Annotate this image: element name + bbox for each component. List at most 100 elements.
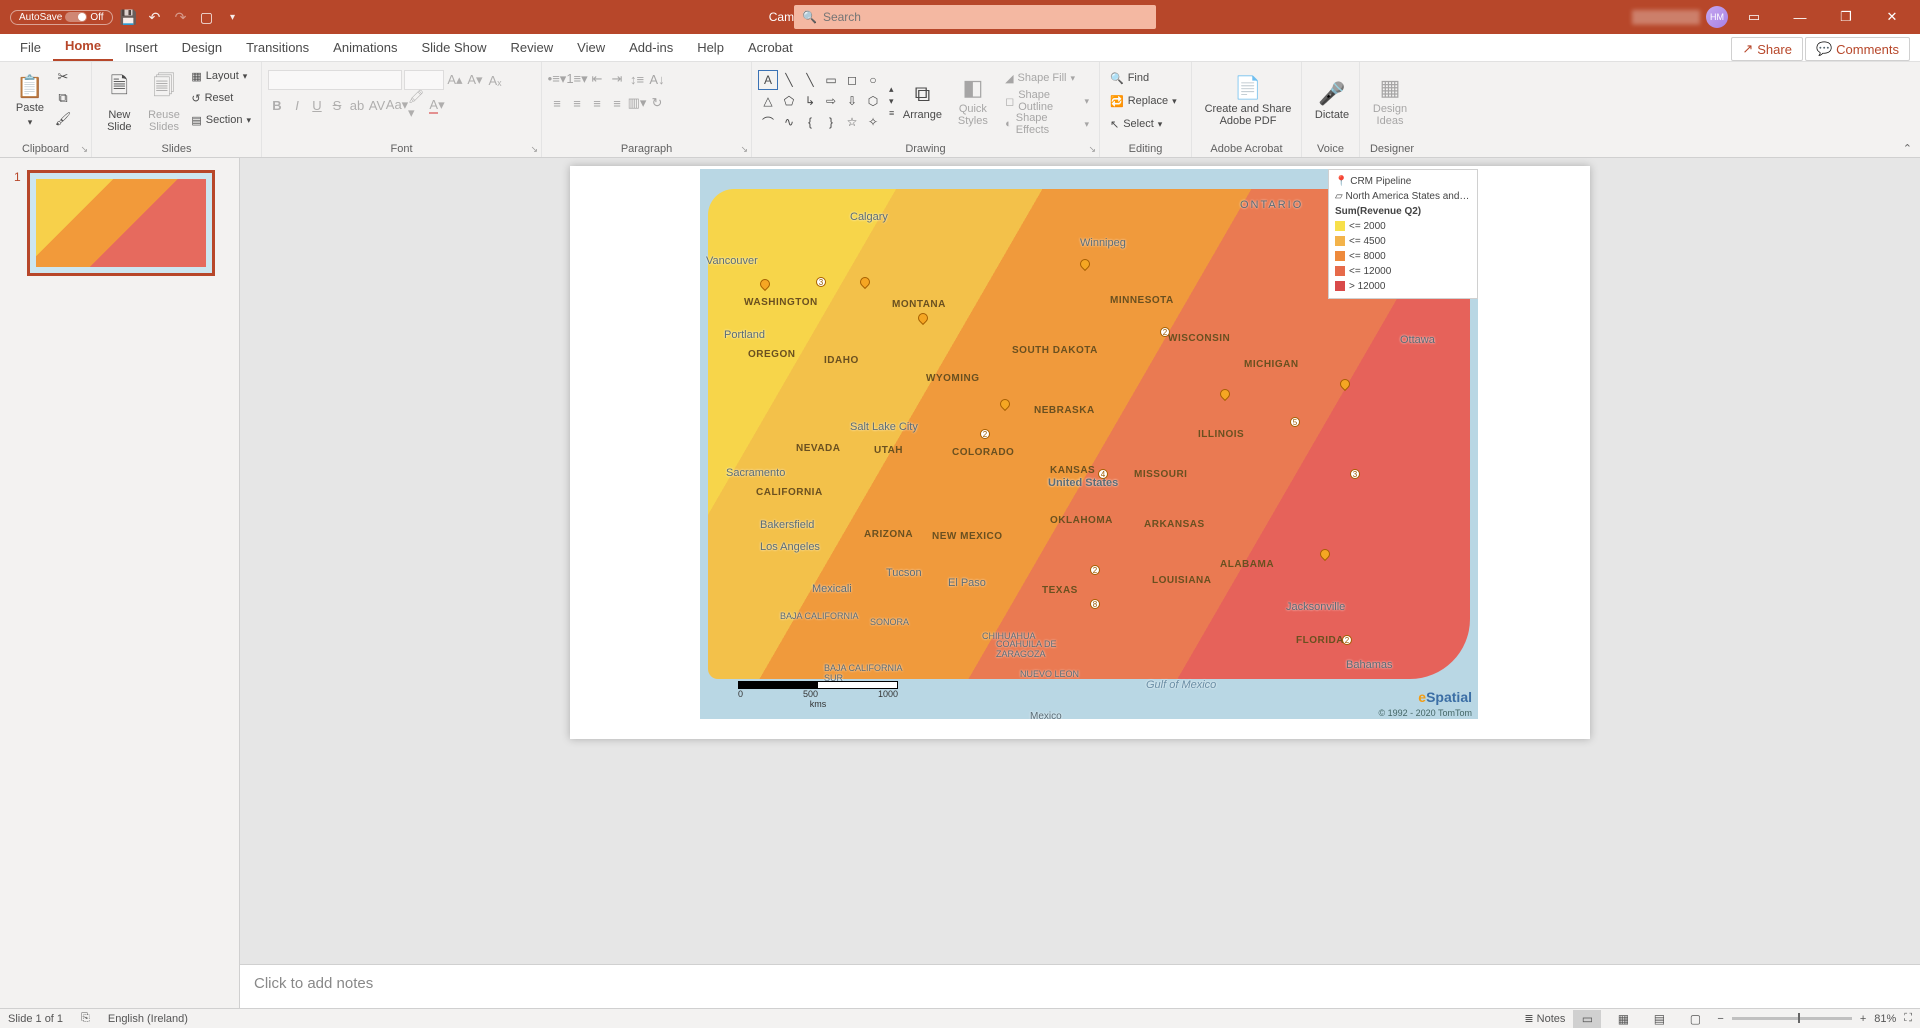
cut-icon[interactable]: ✂	[54, 68, 72, 86]
new-slide-button[interactable]: 🗎 New Slide	[98, 64, 141, 138]
select-button[interactable]: ↖Select▾	[1106, 114, 1185, 134]
accessibility-icon[interactable]: ⎘	[81, 1012, 90, 1025]
arrange-button[interactable]: ⧉Arrange	[900, 64, 944, 138]
reading-view-icon[interactable]: ▤	[1645, 1010, 1673, 1028]
bold-icon[interactable]: B	[268, 96, 286, 114]
reuse-slides-button[interactable]: 🗐 Reuse Slides	[143, 64, 186, 138]
highlight-icon[interactable]: 🖍▾	[408, 96, 426, 114]
numbering-icon[interactable]: 1≡▾	[568, 70, 586, 88]
bullets-icon[interactable]: •≡▾	[548, 70, 566, 88]
tab-file[interactable]: File	[8, 36, 53, 61]
language-status[interactable]: English (Ireland)	[108, 1013, 188, 1025]
slide-counter[interactable]: Slide 1 of 1	[8, 1013, 63, 1025]
dialog-launcher-icon[interactable]: ↘	[1088, 144, 1096, 155]
justify-icon[interactable]: ≡	[608, 94, 626, 112]
tab-acrobat[interactable]: Acrobat	[736, 36, 805, 61]
clear-format-icon[interactable]: Aₓ	[486, 71, 504, 89]
format-painter-icon[interactable]: 🖌	[54, 110, 72, 128]
copy-icon[interactable]: ⧉	[54, 89, 72, 107]
font-size-select[interactable]	[404, 70, 444, 90]
tab-animations[interactable]: Animations	[321, 36, 409, 61]
font-color-icon[interactable]: A▾	[428, 96, 446, 114]
present-from-beginning-icon[interactable]: ▢	[197, 7, 217, 27]
gallery-down-icon[interactable]: ▾	[889, 96, 894, 107]
zoom-in-icon[interactable]: +	[1860, 1013, 1866, 1025]
dialog-launcher-icon[interactable]: ↘	[740, 144, 748, 155]
dialog-launcher-icon[interactable]: ↘	[530, 144, 538, 155]
tab-addins[interactable]: Add-ins	[617, 36, 685, 61]
shape-outline-button[interactable]: ◻Shape Outline▾	[1001, 91, 1093, 111]
zoom-slider[interactable]	[1732, 1017, 1852, 1020]
shape-textbox-icon[interactable]: A	[758, 70, 778, 90]
tab-design[interactable]: Design	[170, 36, 234, 61]
strike-icon[interactable]: S	[328, 96, 346, 114]
find-button[interactable]: 🔍Find	[1106, 68, 1185, 88]
section-button[interactable]: ▤Section▾	[187, 110, 255, 130]
slide-canvas[interactable]: 📍 CRM Pipeline ▱ North America States an…	[570, 166, 1590, 739]
close-icon[interactable]: ✕	[1872, 0, 1912, 34]
decrease-font-icon[interactable]: A▾	[466, 71, 484, 89]
share-button[interactable]: ↗Share	[1731, 37, 1803, 61]
tab-review[interactable]: Review	[499, 36, 566, 61]
undo-icon[interactable]: ↶	[145, 7, 165, 27]
avatar[interactable]: HM	[1706, 6, 1728, 28]
line-spacing-icon[interactable]: ↕≡	[628, 70, 646, 88]
replace-button[interactable]: 🔁Replace▾	[1106, 91, 1185, 111]
layout-button[interactable]: ▦Layout▾	[187, 66, 255, 86]
tab-insert[interactable]: Insert	[113, 36, 170, 61]
shape-fill-button[interactable]: ◢Shape Fill▾	[1001, 68, 1093, 88]
shadow-icon[interactable]: ab	[348, 96, 366, 114]
normal-view-icon[interactable]: ▭	[1573, 1010, 1601, 1028]
dictate-button[interactable]: 🎤 Dictate	[1308, 64, 1356, 138]
font-family-select[interactable]	[268, 70, 402, 90]
create-pdf-button[interactable]: 📄 Create and Share Adobe PDF	[1198, 64, 1298, 138]
slideshow-view-icon[interactable]: ▢	[1681, 1010, 1709, 1028]
notes-toggle[interactable]: ≣ Notes	[1524, 1012, 1565, 1025]
underline-icon[interactable]: U	[308, 96, 326, 114]
slide-editor[interactable]: 📍 CRM Pipeline ▱ North America States an…	[240, 158, 1920, 964]
fit-to-window-icon[interactable]: ⛶	[1904, 1012, 1912, 1025]
search-box[interactable]: 🔍	[794, 5, 1156, 29]
zoom-out-icon[interactable]: −	[1717, 1013, 1723, 1025]
decrease-indent-icon[interactable]: ⇤	[588, 70, 606, 88]
italic-icon[interactable]: I	[288, 96, 306, 114]
align-right-icon[interactable]: ≡	[588, 94, 606, 112]
paste-button[interactable]: 📋 Paste ▾	[6, 64, 54, 138]
search-input[interactable]	[823, 10, 1148, 24]
zoom-level[interactable]: 81%	[1874, 1013, 1896, 1025]
ribbon-display-icon[interactable]: ▭	[1734, 0, 1774, 34]
comments-button[interactable]: 💬Comments	[1805, 37, 1910, 61]
maximize-icon[interactable]: ❐	[1826, 0, 1866, 34]
char-spacing-icon[interactable]: AV	[368, 96, 386, 114]
design-ideas-button[interactable]: ▦ Design Ideas	[1366, 64, 1414, 138]
redo-icon[interactable]: ↷	[171, 7, 191, 27]
shape-line-icon[interactable]: ╲	[779, 70, 799, 90]
quick-styles-button[interactable]: ◧Quick Styles	[951, 64, 995, 138]
qat-customize-icon[interactable]: ▾	[223, 7, 243, 27]
dialog-launcher-icon[interactable]: ↘	[80, 144, 88, 155]
minimize-icon[interactable]: —	[1780, 0, 1820, 34]
collapse-ribbon-icon[interactable]: ⌃	[1903, 142, 1912, 155]
tab-transitions[interactable]: Transitions	[234, 36, 321, 61]
columns-icon[interactable]: ▥▾	[628, 94, 646, 112]
tab-home[interactable]: Home	[53, 34, 113, 61]
gallery-up-icon[interactable]: ▴	[889, 84, 894, 95]
notes-pane[interactable]: Click to add notes	[240, 964, 1920, 1008]
tab-help[interactable]: Help	[685, 36, 736, 61]
tab-slideshow[interactable]: Slide Show	[409, 36, 498, 61]
autosave-toggle[interactable]: AutoSave Off	[10, 10, 113, 25]
shape-effects-button[interactable]: ◐Shape Effects▾	[1001, 114, 1093, 134]
gallery-more-icon[interactable]: ≡	[889, 108, 894, 118]
tab-view[interactable]: View	[565, 36, 617, 61]
change-case-icon[interactable]: Aa▾	[388, 96, 406, 114]
align-left-icon[interactable]: ≡	[548, 94, 566, 112]
increase-indent-icon[interactable]: ⇥	[608, 70, 626, 88]
slide-thumbnail[interactable]	[27, 170, 215, 276]
save-icon[interactable]: 💾	[119, 7, 139, 27]
shapes-gallery[interactable]: A ╲╲▭◻○ △⬠↳⇨⇩⬡ ⌒∿{}☆✧	[758, 70, 883, 132]
align-center-icon[interactable]: ≡	[568, 94, 586, 112]
increase-font-icon[interactable]: A▴	[446, 71, 464, 89]
sort-icon[interactable]: A↓	[648, 70, 666, 88]
text-direction-icon[interactable]: ↻	[648, 94, 666, 112]
slide-sorter-icon[interactable]: ▦	[1609, 1010, 1637, 1028]
